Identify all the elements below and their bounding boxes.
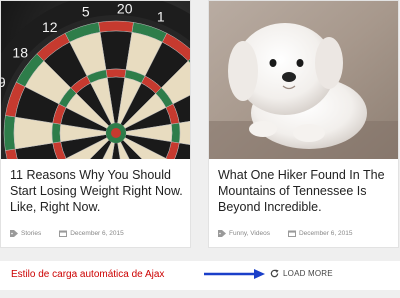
post-thumbnail-dartboard[interactable]: 52011218941413 — [1, 1, 190, 159]
post-card: 52011218941413 11 Reasons Why You Should… — [0, 0, 191, 248]
dartboard-segment — [98, 20, 134, 33]
dartboard-number: 1 — [157, 8, 165, 24]
post-card: What One Hiker Found In The Mountains of… — [208, 0, 399, 248]
load-more-label: LOAD MORE — [283, 269, 333, 278]
ajax-caption: Estilo de carga automática de Ajax — [11, 269, 165, 280]
post-date: December 6, 2015 — [298, 230, 353, 237]
load-more-button[interactable]: LOAD MORE — [270, 269, 333, 278]
dartboard-number: 9 — [1, 74, 6, 90]
calendar-icon — [59, 230, 68, 237]
post-meta: Stories December 6, 2015 — [10, 230, 124, 237]
dartboard-segment — [105, 68, 127, 78]
dartboard-segment — [3, 115, 16, 151]
post-category[interactable]: Stories — [21, 230, 41, 237]
white-puppy-image — [209, 1, 398, 159]
dartboard-number: 18 — [12, 45, 28, 61]
tag-icon — [218, 230, 226, 237]
dartboard-number: 12 — [42, 19, 58, 35]
dartboard-number: 5 — [82, 4, 90, 20]
arrow-right-icon — [204, 269, 265, 279]
post-meta: Funny, Videos December 6, 2015 — [218, 230, 352, 237]
refresh-icon — [270, 269, 279, 278]
post-title[interactable]: What One Hiker Found In The Mountains of… — [218, 167, 400, 215]
post-date: December 6, 2015 — [70, 230, 124, 237]
dartboard-image: 52011218941413 — [1, 1, 190, 159]
dartboard-segment — [171, 122, 181, 144]
post-thumbnail-puppy[interactable] — [209, 1, 398, 159]
dartboard-number: 20 — [117, 1, 133, 16]
post-title[interactable]: 11 Reasons Why You Should Start Losing W… — [10, 167, 192, 215]
load-more-bar: Estilo de carga automática de Ajax LOAD … — [0, 261, 400, 290]
dartboard-segment — [51, 122, 61, 144]
tag-icon — [10, 230, 18, 237]
post-category[interactable]: Funny, Videos — [229, 230, 270, 237]
calendar-icon — [287, 230, 296, 237]
